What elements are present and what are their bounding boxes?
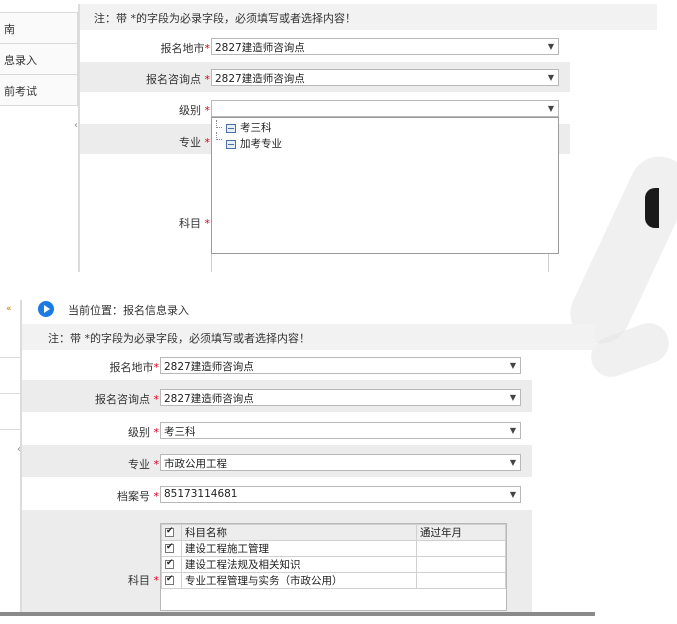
select-all-cell: [161, 524, 182, 541]
select-all-checkbox[interactable]: [165, 526, 174, 537]
sidebar-item-info-entry[interactable]: 息录入: [0, 43, 78, 75]
table-row: 建设工程法规及相关知识: [161, 556, 506, 573]
col-header-passed: 通过年月: [416, 524, 506, 541]
table-header-row: 科目名称 通过年月: [161, 524, 506, 541]
row-checkbox-cell: [161, 556, 182, 573]
table-row: 建设工程施工管理: [161, 540, 506, 557]
level-select[interactable]: 考三科 ▼: [160, 422, 521, 439]
file-no-label: 档案号 *: [117, 490, 159, 503]
sidebar-top: 南 息录入 前考试: [0, 12, 78, 106]
chevron-down-icon: ▼: [547, 42, 555, 51]
subject-passed: [416, 556, 506, 573]
chevron-down-icon: ▼: [547, 104, 555, 113]
sidebar-item[interactable]: [0, 358, 20, 394]
tree-connector: [216, 120, 222, 128]
city-select[interactable]: 2827建造师咨询点 ▼: [211, 38, 559, 55]
required-notice: 注：带 *的字段为必录字段，必须填写或者选择内容！: [80, 4, 657, 30]
subject-passed: [416, 572, 506, 589]
breadcrumb: 当前位置：报名信息录入: [68, 304, 189, 317]
chevron-down-icon: ▼: [509, 490, 517, 499]
tree-node-icon: [226, 139, 236, 149]
level-label: 级别 *: [179, 104, 210, 117]
subject-name: 专业工程管理与实务（市政公用）: [181, 572, 417, 589]
city-label: 报名地市*: [160, 42, 211, 55]
city-label: 报名地市*: [109, 361, 160, 374]
major-label: 专业 *: [179, 136, 210, 149]
sidebar-item[interactable]: [0, 394, 20, 430]
subject-label: 科目 *: [128, 574, 159, 587]
level-dropdown-list: 考三科 加考专业: [211, 117, 559, 254]
chevron-down-icon: ▼: [509, 361, 517, 370]
chevron-down-icon: ▼: [547, 73, 555, 82]
sidebar-item-exam[interactable]: 前考试: [0, 74, 78, 106]
city-select[interactable]: 2827建造师咨询点 ▼: [160, 357, 521, 374]
double-chevron-up-icon[interactable]: «: [6, 304, 12, 314]
tree-connector: [216, 132, 222, 140]
major-select[interactable]: 市政公用工程 ▼: [160, 454, 521, 471]
tree-node-icon: [226, 123, 236, 133]
point-select[interactable]: 2827建造师咨询点 ▼: [211, 69, 559, 86]
level-select[interactable]: ▼: [211, 100, 559, 117]
required-notice: 注：带 *的字段为必录字段，必须填写或者选择内容！: [22, 324, 595, 350]
file-no-input[interactable]: 85173114681 ▼: [160, 486, 521, 503]
subject-name: 建设工程法规及相关知识: [181, 556, 417, 573]
major-label: 专业 *: [128, 458, 159, 471]
subject-name: 建设工程施工管理: [181, 540, 417, 557]
sidebar-item-guide[interactable]: 南: [0, 12, 78, 44]
chevron-down-icon: ▼: [509, 426, 517, 435]
sidebar-item[interactable]: [0, 322, 20, 358]
subject-table: 科目名称 通过年月 建设工程施工管理 建设工程法规及相关知识 专业工程管理与实务…: [160, 523, 507, 611]
level-label: 级别 *: [128, 426, 159, 439]
table-row: 专业工程管理与实务（市政公用）: [161, 572, 506, 589]
col-header-subject: 科目名称: [181, 524, 417, 541]
level-option[interactable]: 加考专业: [226, 136, 282, 152]
horizontal-scrollbar[interactable]: [0, 612, 595, 616]
row-checkbox-cell: [161, 540, 182, 557]
subject-passed: [416, 540, 506, 557]
chevron-down-icon: ▼: [509, 458, 517, 467]
subject-label: 科目 *: [179, 217, 210, 230]
chevron-down-icon: ▼: [509, 393, 517, 402]
subject-checkbox[interactable]: [165, 574, 174, 585]
subject-checkbox[interactable]: [165, 558, 174, 569]
point-label: 报名咨询点 *: [95, 393, 159, 406]
level-option[interactable]: 考三科: [226, 120, 272, 136]
row-checkbox-cell: [161, 572, 182, 589]
subject-checkbox[interactable]: [165, 542, 174, 553]
point-select[interactable]: 2827建造师咨询点 ▼: [160, 389, 521, 406]
point-label: 报名咨询点 *: [146, 73, 210, 86]
play-icon: [38, 301, 54, 317]
